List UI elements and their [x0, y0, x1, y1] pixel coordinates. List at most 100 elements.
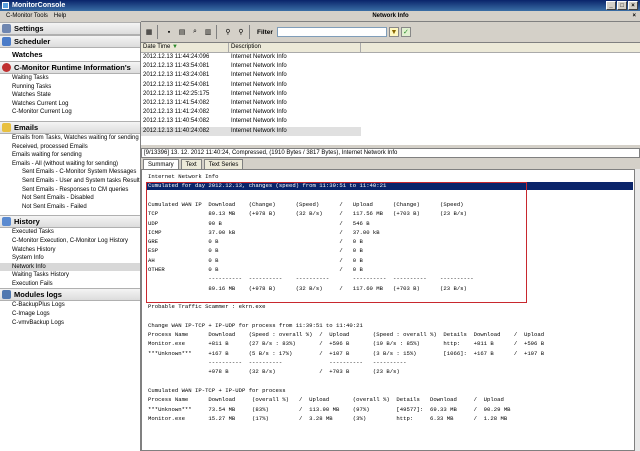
sidebar-item-email[interactable]: Sent Emails - User and System tasks Resu… [0, 177, 140, 186]
section-runtime[interactable]: C-Monitor Runtime Information's [0, 61, 140, 74]
report-line: Internet Network Info [148, 173, 219, 180]
log-row[interactable]: 2012.12.13 11:40:54:082 Internet Network … [141, 117, 640, 126]
panel-close-icon[interactable]: × [632, 11, 636, 22]
log-row-description: Internet Network Info [231, 99, 287, 106]
tab-text-series[interactable]: Text Series [203, 159, 244, 169]
report-line: +978 B (32 B/s) / +703 B (23 B/s) [148, 368, 400, 376]
report-line: Process Name Download (overall %) / Uplo… [148, 396, 504, 404]
section-scheduler[interactable]: Scheduler [0, 35, 140, 48]
save-icon[interactable]: ▪ [164, 27, 174, 37]
section-emails-label: Emails [14, 122, 39, 132]
log-row[interactable]: 2012.12.13 11:43:24:081 Internet Network … [141, 71, 640, 80]
sidebar-item-email[interactable]: Emails waiting for sending [0, 151, 140, 160]
sidebar-item-email[interactable]: Sent Emails - Responses to CM queries [0, 186, 140, 195]
log-row[interactable]: 2012.12.13 11:40:24:082 Internet Network … [141, 126, 640, 136]
report-line: ***Unknown*** +167 B (5 B/s : 17%) / +10… [148, 349, 545, 357]
scheduler-icon [2, 37, 11, 46]
sidebar-item-history[interactable]: Watches History [0, 246, 140, 255]
log-row-datetime: 2012.12.13 11:42:25:175 [143, 90, 210, 97]
log-row-datetime: 2012.12.13 11:41:54:082 [143, 99, 210, 106]
sidebar-item-runtime[interactable]: Running Tasks [0, 83, 140, 92]
module-list: C-BackupPlus Logs C-Image Logs C-vmvBackup… [0, 301, 140, 327]
log-row-description: Internet Network Info [231, 90, 287, 97]
report-line: ---------- ---------- ---------- -------… [148, 359, 407, 366]
modules-icon [2, 290, 11, 300]
sidebar-item-email[interactable]: Not Sent Emails - Failed [0, 203, 140, 212]
history-icon [2, 217, 11, 227]
app-icon [2, 2, 9, 9]
log-row[interactable]: 2012.12.13 11:43:54:081 Internet Network … [141, 62, 640, 71]
log-row[interactable]: 2012.12.13 11:41:54:082 Internet Network … [141, 99, 640, 108]
find-next-icon[interactable]: ⚲ [236, 27, 246, 37]
close-button[interactable]: × [628, 1, 638, 10]
window-title: MonitorConsole [12, 2, 66, 9]
menu-cmonitor-tools[interactable]: C-Monitor Tools [6, 13, 48, 19]
window-titlebar: MonitorConsole _ □ × [0, 0, 640, 11]
log-row[interactable]: 2012.12.13 11:42:25:175 Internet Network … [141, 90, 640, 99]
log-row-description: Internet Network Info [231, 63, 287, 70]
sidebar-item-module[interactable]: C-BackupPlus Logs [0, 301, 140, 310]
sidebar-item-runtime[interactable]: C-Monitor Current Log [0, 108, 140, 117]
sidebar-item-history[interactable]: System Info [0, 254, 140, 263]
toolbar: ▦ ▪ ▤ ⌕ ▥ ⚲ ⚲ Filter ▼ ✓ [141, 22, 640, 42]
panel-header: Network Info × [141, 11, 640, 22]
print-icon[interactable]: ▥ [203, 27, 213, 37]
report-line: ***Unknown*** 73.54 MB (83%) / 113.90 MB… [148, 405, 511, 413]
column-header-description[interactable]: Description [229, 43, 361, 52]
menu-help[interactable]: Help [54, 13, 66, 19]
report-panel: Internet Network Info Cumulated for day 2… [141, 169, 635, 451]
section-emails[interactable]: Emails [0, 120, 140, 134]
maximize-button[interactable]: □ [617, 1, 627, 10]
section-history-label: History [14, 217, 40, 227]
sidebar-item-history[interactable]: Network Info [0, 262, 140, 272]
section-modules[interactable]: Modules logs [0, 288, 140, 302]
sidebar-item-email[interactable]: Emails from Tasks, Watches waiting for s… [0, 134, 140, 143]
section-settings-label: Settings [14, 24, 44, 33]
log-row-description: Internet Network Info [231, 118, 287, 125]
sidebar-item-history[interactable]: Execution Fails [0, 280, 140, 289]
sidebar-item-module[interactable]: C-vmvBackup Logs [0, 319, 140, 328]
sidebar-item-email[interactable]: Received, processed Emails [0, 143, 140, 152]
column-header-datetime[interactable]: Date Time ▼ [141, 43, 229, 52]
filter-input[interactable] [276, 27, 387, 37]
minimize-button[interactable]: _ [606, 1, 616, 10]
tab-summary[interactable]: Summary [143, 159, 179, 169]
section-watches[interactable]: Watches [0, 48, 140, 61]
sidebar-item-runtime[interactable]: Watches Current Log [0, 100, 140, 109]
sidebar-item-history[interactable]: C-Monitor Execution, C-Monitor Log Histo… [0, 237, 140, 246]
log-row-datetime: 2012.12.13 11:40:24:082 [141, 126, 229, 136]
filter-label: Filter [257, 28, 273, 36]
sidebar-item-email[interactable]: Not Sent Emails - Disabled [0, 194, 140, 203]
sidebar-item-history[interactable]: Waiting Tasks History [0, 271, 140, 280]
export-icon[interactable]: ▤ [177, 27, 187, 37]
log-row-description: Internet Network Info [231, 109, 287, 116]
search-icon[interactable]: ⌕ [190, 27, 200, 37]
tab-text[interactable]: Text [180, 159, 202, 169]
log-row-description: Internet Network Info [231, 72, 287, 79]
sidebar-item-runtime[interactable]: Watches State [0, 91, 140, 100]
sidebar-item-history[interactable]: Executed Tasks [0, 228, 140, 237]
sidebar-item-email[interactable]: Sent Emails - C-Monitor System Messages [0, 168, 140, 177]
sidebar-item-email[interactable]: Emails - All (without waiting for sendin… [0, 160, 140, 169]
report-scrollbar[interactable] [635, 169, 640, 451]
report-line: Process Name Download (Speed : overall %… [148, 331, 545, 339]
log-row[interactable]: 2012.12.13 11:44:24:096 Internet Network … [141, 53, 640, 62]
toolbar-separator [216, 25, 217, 39]
filter-clear-icon[interactable]: ✓ [400, 27, 411, 37]
filter-apply-icon[interactable]: ▼ [388, 27, 399, 37]
section-history[interactable]: History [0, 215, 140, 229]
find-icon[interactable]: ⚲ [223, 27, 233, 37]
sort-desc-icon: ▼ [172, 44, 178, 50]
log-list-header: Date Time ▼ Description [141, 43, 640, 53]
sidebar-item-module[interactable]: C-Image Logs [0, 310, 140, 319]
log-row-datetime: 2012.12.13 11:44:24:096 [143, 54, 210, 60]
toolbar-separator [249, 25, 250, 39]
log-row[interactable]: 2012.12.13 11:41:24:082 Internet Network … [141, 108, 640, 117]
log-row[interactable]: 2012.12.13 11:42:54:081 Internet Network … [141, 81, 640, 90]
grid-view-icon[interactable]: ▦ [144, 27, 154, 37]
log-list: Date Time ▼ Description 2012.12.13 11:44… [141, 42, 640, 146]
sidebar-item-runtime[interactable]: Waiting Tasks [0, 74, 140, 83]
section-settings[interactable]: Settings [0, 22, 140, 35]
report-line: Change WAN IP-TCP + IP-UDP for process f… [148, 321, 363, 329]
section-runtime-label: C-Monitor Runtime Information's [14, 63, 131, 72]
